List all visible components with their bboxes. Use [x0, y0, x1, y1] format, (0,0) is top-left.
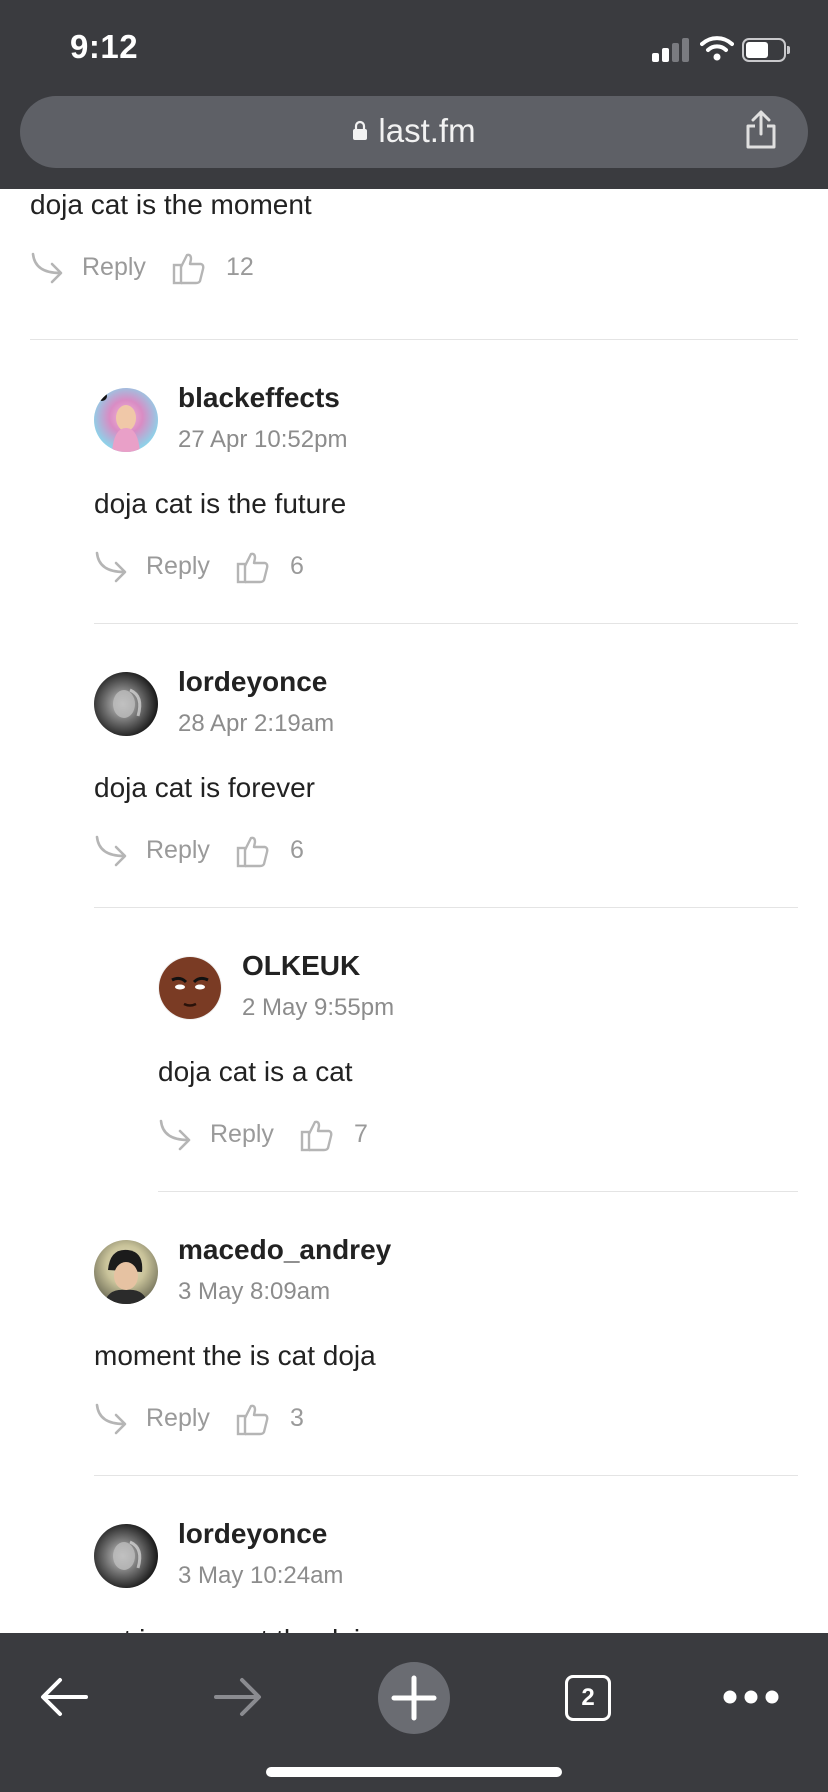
comment-item: blackeffects 27 Apr 10:52pm doja cat is …: [94, 382, 798, 588]
avatar[interactable]: [94, 1524, 158, 1588]
comment-actions: Reply 7: [158, 1116, 558, 1156]
more-options-icon[interactable]: [722, 1689, 780, 1705]
comment-username[interactable]: OLKEUK: [242, 950, 360, 982]
tabs-button[interactable]: 2: [565, 1675, 611, 1721]
browser-toolbar: 2: [0, 1633, 828, 1792]
reply-icon[interactable]: [94, 1402, 128, 1438]
like-count: 6: [290, 552, 304, 580]
comment-username[interactable]: lordeyonce: [178, 1518, 327, 1550]
thumbs-up-icon[interactable]: [172, 251, 206, 285]
comment-actions: Reply 6: [94, 832, 494, 872]
new-tab-button[interactable]: [378, 1662, 450, 1734]
url-text: last.fm: [378, 112, 476, 149]
reply-icon[interactable]: [158, 1118, 192, 1154]
comment-body: cat is moment the doja: [94, 1624, 376, 1633]
comment-actions: Reply 6: [94, 548, 494, 588]
comment-timestamp[interactable]: 27 Apr 10:52pm: [178, 426, 347, 454]
comments-thread: doja cat is the moment Reply 12 blackeff…: [0, 189, 828, 1633]
browser-top-chrome: 9:12 last.fm: [0, 0, 828, 189]
reply-button[interactable]: Reply: [82, 253, 146, 282]
comment-item: lordeyonce 3 May 10:24am cat is moment t…: [94, 1518, 798, 1633]
thumbs-up-icon[interactable]: [236, 1402, 270, 1436]
comment-actions: Reply 3: [94, 1400, 494, 1440]
reply-button[interactable]: Reply: [146, 552, 210, 581]
reply-button[interactable]: Reply: [146, 836, 210, 865]
home-indicator: [266, 1767, 562, 1777]
back-arrow-icon[interactable]: [38, 1675, 90, 1719]
comment-body: moment the is cat doja: [94, 1340, 376, 1371]
avatar[interactable]: [94, 672, 158, 736]
avatar[interactable]: [158, 956, 222, 1020]
comment-username[interactable]: macedo_andrey: [178, 1234, 391, 1266]
comment-timestamp[interactable]: 2 May 9:55pm: [242, 994, 394, 1022]
reply-button[interactable]: Reply: [210, 1120, 274, 1149]
thumbs-up-icon[interactable]: [300, 1118, 334, 1152]
divider: [30, 339, 798, 340]
thumbs-up-icon[interactable]: [236, 834, 270, 868]
divider: [94, 623, 798, 624]
divider: [94, 907, 798, 908]
wifi-icon: [700, 36, 734, 61]
reply-icon[interactable]: [30, 251, 64, 287]
comment-timestamp[interactable]: 3 May 8:09am: [178, 1278, 330, 1306]
share-icon[interactable]: [744, 110, 778, 150]
avatar[interactable]: [94, 388, 158, 452]
divider: [94, 1475, 798, 1476]
like-count: 6: [290, 836, 304, 864]
comment-actions: Reply 12: [30, 249, 430, 289]
comment-timestamp[interactable]: 3 May 10:24am: [178, 1562, 343, 1590]
comment-item: OLKEUK 2 May 9:55pm doja cat is a cat Re…: [158, 950, 798, 1156]
comment-item: doja cat is the moment Reply 12: [30, 189, 798, 289]
comment-username[interactable]: lordeyonce: [178, 666, 327, 698]
avatar[interactable]: [94, 1240, 158, 1304]
comment-username[interactable]: blackeffects: [178, 382, 340, 414]
lock-icon: [353, 121, 368, 141]
comment-item: macedo_andrey 3 May 8:09am moment the is…: [94, 1234, 798, 1440]
cellular-signal-icon: [652, 38, 690, 62]
address-bar[interactable]: last.fm: [20, 96, 808, 168]
comment-body: doja cat is forever: [94, 772, 315, 803]
reply-icon[interactable]: [94, 550, 128, 586]
comment-body: doja cat is the moment: [30, 189, 312, 220]
comment-timestamp[interactable]: 28 Apr 2:19am: [178, 710, 334, 738]
reply-icon[interactable]: [94, 834, 128, 870]
forward-arrow-icon[interactable]: [212, 1675, 264, 1719]
comment-body: doja cat is the future: [94, 488, 347, 519]
status-time: 9:12: [70, 28, 139, 65]
comment-item: lordeyonce 28 Apr 2:19am doja cat is for…: [94, 666, 798, 872]
thumbs-up-icon[interactable]: [236, 550, 270, 584]
divider: [158, 1191, 798, 1192]
like-count: 12: [226, 253, 254, 281]
reply-button[interactable]: Reply: [146, 1404, 210, 1433]
like-count: 3: [290, 1404, 304, 1432]
comment-body: doja cat is a cat: [158, 1056, 353, 1087]
like-count: 7: [354, 1120, 368, 1148]
plus-icon: [391, 1675, 437, 1721]
battery-icon: [742, 38, 790, 62]
